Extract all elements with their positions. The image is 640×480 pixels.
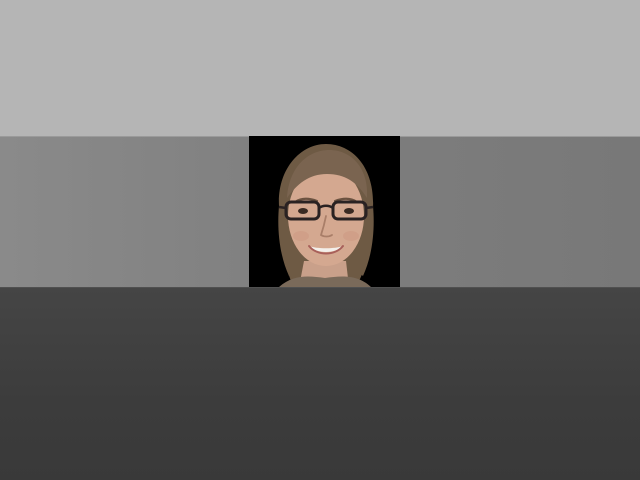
ceiling [0,0,640,138]
portrait-face-icon [278,144,374,287]
portrait-photo [249,136,400,287]
floor [0,287,640,480]
3d-room-view [0,0,640,480]
